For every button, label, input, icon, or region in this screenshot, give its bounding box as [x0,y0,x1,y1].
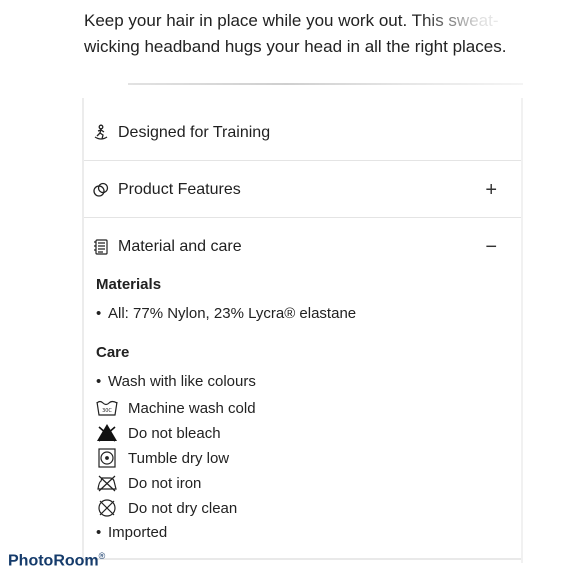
no-iron-icon [96,473,118,493]
care-item-text: Wash with like colours [108,373,256,390]
care-item-text: Tumble dry low [128,449,230,467]
accordion-label: Designed for Training [118,123,271,141]
collapse-minus-icon[interactable]: − [485,237,497,257]
care-item: Do not iron [96,473,201,493]
no-dry-clean-icon [96,498,118,518]
materials-heading: Materials [96,276,162,293]
description-divider [128,83,523,85]
runner-icon [92,124,110,142]
care-item: Do not dry clean [96,498,237,518]
expand-plus-icon[interactable]: + [485,180,497,200]
bullet-icon: • [96,373,102,390]
watermark-text: PhotoRoom [8,552,99,570]
care-item-text: Do not bleach [128,424,221,442]
care-item: • Wash with like colours [96,373,256,390]
accordion-designed-for-training[interactable]: Designed for Training [84,105,521,161]
watermark-registered-mark: ® [98,551,106,561]
care-item-text: Do not iron [128,474,202,492]
wash-30-icon: 30C [96,398,118,418]
bullet-icon: • [96,524,102,541]
care-item-text: Do not dry clean [128,499,238,517]
tumble-dry-low-icon [96,448,118,468]
materials-item-text: All: 77% Nylon, 23% Lycra® elastane [108,305,357,322]
product-description: Keep your hair in place while you work o… [84,11,507,56]
accordion-label: Product Features [118,180,241,198]
photoroom-watermark: PhotoRoom® [8,551,105,570]
panel-right-edge [521,98,523,563]
care-item: • Imported [96,524,167,541]
bullet-icon: • [96,305,102,322]
care-item: Do not bleach [96,423,221,443]
accordion-material-and-care[interactable]: Material and care − [84,219,521,275]
care-heading: Care [96,344,130,361]
accordion-label: Material and care [118,238,242,255]
materials-item: • All: 77% Nylon, 23% Lycra® elastane [96,305,356,322]
panel-bottom-divider [84,558,521,560]
wash-temp-label: 30C [102,408,112,414]
care-item: 30C Machine wash cold [96,398,256,418]
care-item-text: Machine wash cold [128,399,256,417]
accordion-product-features[interactable]: Product Features + [84,162,521,218]
no-bleach-icon [96,423,118,443]
care-item: Tumble dry low [96,448,229,468]
care-item-text: Imported [108,524,168,541]
features-icon [92,181,110,199]
care-label-icon [92,238,110,256]
